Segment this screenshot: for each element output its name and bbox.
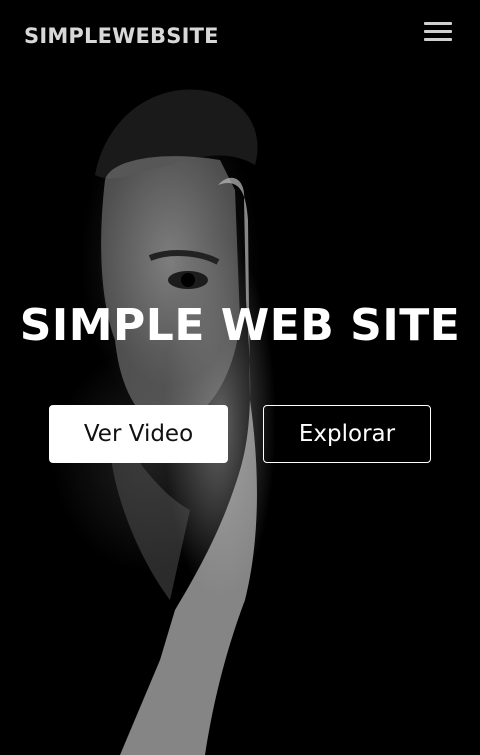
hamburger-menu-icon[interactable] xyxy=(424,22,452,42)
brand-logo[interactable]: SIMPLEWEBSITE xyxy=(24,24,219,48)
hero-section xyxy=(0,0,480,755)
hero-title: SIMPLE WEB SITE xyxy=(19,300,461,351)
ver-video-button[interactable]: Ver Video xyxy=(49,405,228,463)
explorar-button[interactable]: Explorar xyxy=(263,405,431,463)
hero-background-image xyxy=(95,89,258,755)
navbar: SIMPLEWEBSITE xyxy=(0,0,480,75)
